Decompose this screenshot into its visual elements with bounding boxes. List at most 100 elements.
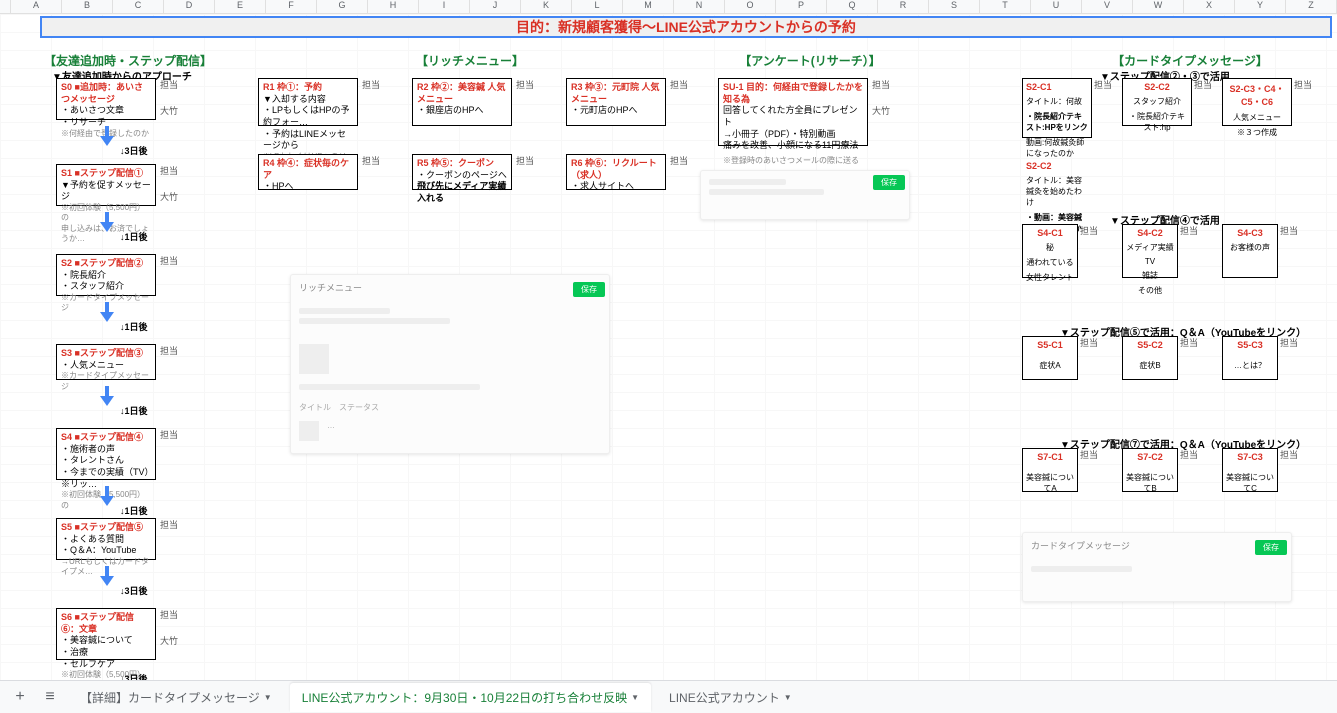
mockup-cardtype: カードタイプメッセージ 保存 (1022, 532, 1292, 602)
tab-line-account[interactable]: LINE公式アカウント▼ (657, 683, 804, 712)
tantou-s4c1: 担当 (1080, 224, 1098, 237)
col-J[interactable]: J (470, 0, 521, 13)
arrow-icon (100, 566, 114, 586)
card-s2c2[interactable]: S2-C2 スタッフ紹介 ・院長紹介テキスト:hp (1122, 78, 1192, 126)
col-G[interactable]: G (317, 0, 368, 13)
card-s5c1[interactable]: S5-C1 症状A (1022, 336, 1078, 380)
box-r6[interactable]: R6 枠⑥：リクルート（求人） ・求人サイトへ (566, 154, 666, 190)
col-D[interactable]: D (164, 0, 215, 13)
chevron-down-icon: ▼ (784, 693, 792, 702)
tantou-s4c2: 担当 (1180, 224, 1198, 237)
mockup-richmenu: リッチメニュー 保存 タイトルステータス … (290, 274, 610, 454)
days-3c: ↓3日後 (120, 672, 148, 680)
col-B[interactable]: B (62, 0, 113, 13)
tantou-r2: 担当 (516, 78, 534, 91)
box-s6[interactable]: S6 ■ステップ配信⑥：文章 ・美容鍼について ・治療 ・セルフケア ※初回体験… (56, 608, 156, 660)
box-s5[interactable]: S5 ■ステップ配信⑤ ・よくある質問 ・Q＆A：YouTube →URLもしく… (56, 518, 156, 560)
tantou-s0: 担当 (160, 78, 178, 91)
box-s3[interactable]: S3 ■ステップ配信③ ・人気メニュー ※カードタイプメッセージ (56, 344, 156, 380)
box-s2[interactable]: S2 ■ステップ配信② ・院長紹介 ・スタッフ紹介 ※カードタイプメッセージ (56, 254, 156, 296)
tantou-c1: 担当 (1094, 78, 1112, 91)
col-U[interactable]: U (1031, 0, 1082, 13)
name-s0: 大竹 (160, 104, 178, 117)
days-1a: ↓1日後 (120, 230, 148, 243)
col-Z[interactable]: Z (1286, 0, 1337, 13)
card-s4c3[interactable]: S4-C3 お客様の声 (1222, 224, 1278, 278)
add-sheet-button[interactable]: + (8, 685, 32, 709)
tantou-s7c3: 担当 (1280, 448, 1298, 461)
box-s1[interactable]: S1 ■ステップ配信① ▼予約を促すメッセージ ※初回体験（5,500円）の 申… (56, 164, 156, 206)
section-card: 【カードタイプメッセージ】 (1080, 52, 1300, 69)
name-s6: 大竹 (160, 634, 178, 647)
box-s4[interactable]: S4 ■ステップ配信④ ・施術者の声 ・タレントさん ・今までの実績（TV）※リ… (56, 428, 156, 480)
arrow-icon (100, 386, 114, 406)
col-N[interactable]: N (674, 0, 725, 13)
col-X[interactable]: X (1184, 0, 1235, 13)
tantou-s1: 担当 (160, 164, 178, 177)
name-su: 大竹 (872, 104, 890, 117)
tantou-r3: 担当 (670, 78, 688, 91)
mockup-survey: 保存 (700, 170, 910, 220)
tantou-s5c3: 担当 (1280, 336, 1298, 349)
tantou-s5c2: 担当 (1180, 336, 1198, 349)
tantou-s4: 担当 (160, 428, 178, 441)
col-V[interactable]: V (1082, 0, 1133, 13)
spreadsheet-viewport[interactable]: A B C D E F G H I J K L M N O P Q R S T … (0, 0, 1337, 680)
column-headers: A B C D E F G H I J K L M N O P Q R S T … (0, 0, 1337, 14)
card-s7c2[interactable]: S7-C2 美容鍼についてB (1122, 448, 1178, 492)
box-s0[interactable]: S0 ■追加時：あいさつメッセージ ・あいさつ文章 ・リサーチ ※何経由で登録し… (56, 78, 156, 120)
card-s2c1[interactable]: S2-C1 タイトル：何故 ・院長紹介テキスト:HPをリンク 動画:何故鍼灸師に… (1022, 78, 1092, 138)
days-3a: ↓3日後 (120, 144, 148, 157)
tab-detail-card[interactable]: 【詳細】カードタイプメッセージ▼ (68, 683, 284, 712)
col-S[interactable]: S (929, 0, 980, 13)
arrow-icon (100, 126, 114, 146)
tantou-c3: 担当 (1294, 78, 1312, 91)
arrow-icon (100, 486, 114, 506)
col-Q[interactable]: Q (827, 0, 878, 13)
col-O[interactable]: O (725, 0, 776, 13)
sheet-canvas[interactable]: 目的：新規顧客獲得〜LINE公式アカウントからの予約 【友達追加時・ステップ配信… (0, 14, 1337, 680)
col-A[interactable]: A (11, 0, 62, 13)
col-H[interactable]: H (368, 0, 419, 13)
col-C[interactable]: C (113, 0, 164, 13)
col-I[interactable]: I (419, 0, 470, 13)
card-s5c3[interactable]: S5-C3 …とは？ (1222, 336, 1278, 380)
days-1d: ↓1日後 (120, 504, 148, 517)
box-r3[interactable]: R3 枠③：元町院 人気メニュー ・元町店のHPへ (566, 78, 666, 126)
box-r4[interactable]: R4 枠④：症状毎のケア ・HPへ (258, 154, 358, 190)
days-1c: ↓1日後 (120, 404, 148, 417)
col-F[interactable]: F (266, 0, 317, 13)
days-1b: ↓1日後 (120, 320, 148, 333)
box-r1[interactable]: R1 枠①：予約 ▼入却する内容 ・LPもしくはHPの予約フォー… ・予約はLI… (258, 78, 358, 126)
tantou-r5: 担当 (516, 154, 534, 167)
col-R[interactable]: R (878, 0, 929, 13)
tantou-r4: 担当 (362, 154, 380, 167)
col-L[interactable]: L (572, 0, 623, 13)
col-P[interactable]: P (776, 0, 827, 13)
box-survey[interactable]: SU-1 目的：何経由で登録したかを知る為 回答してくれた方全員にプレゼント →… (718, 78, 868, 146)
col-W[interactable]: W (1133, 0, 1184, 13)
tab-line-meeting[interactable]: LINE公式アカウント：9月30日・10月22日の打ち合わせ反映▼ (290, 683, 651, 712)
box-r2[interactable]: R2 枠②：美容鍼 人気メニュー ・銀座店のHPへ (412, 78, 512, 126)
title-cell[interactable]: 目的：新規顧客獲得〜LINE公式アカウントからの予約 (40, 16, 1332, 38)
col-K[interactable]: K (521, 0, 572, 13)
box-r5[interactable]: R5 枠⑤：クーポン ・クーポンのページへ 飛び先にメディア実績入れる (412, 154, 512, 190)
col-E[interactable]: E (215, 0, 266, 13)
tantou-c2: 担当 (1194, 78, 1212, 91)
card-s2c3[interactable]: S2-C3・C4・C5・C6 人気メニュー ※３つ作成 (1222, 78, 1292, 126)
col-T[interactable]: T (980, 0, 1031, 13)
tantou-s7c1: 担当 (1080, 448, 1098, 461)
tantou-r1: 担当 (362, 78, 380, 91)
card-s4c2[interactable]: S4-C2 メディア実績 TV 雑誌 その他 (1122, 224, 1178, 278)
col-Y[interactable]: Y (1235, 0, 1286, 13)
card-s4c1[interactable]: S4-C1 秘 通われている 女性タレント (1022, 224, 1078, 278)
card-s5c2[interactable]: S5-C2 症状B (1122, 336, 1178, 380)
arrow-icon (100, 212, 114, 232)
tantou-s4c3: 担当 (1280, 224, 1298, 237)
all-sheets-button[interactable]: ≡ (38, 685, 62, 709)
arrow-icon (100, 302, 114, 322)
col-M[interactable]: M (623, 0, 674, 13)
card-s7c3[interactable]: S7-C3 美容鍼についてC (1222, 448, 1278, 492)
card-s7c1[interactable]: S7-C1 美容鍼についてA (1022, 448, 1078, 492)
tantou-s7c2: 担当 (1180, 448, 1198, 461)
